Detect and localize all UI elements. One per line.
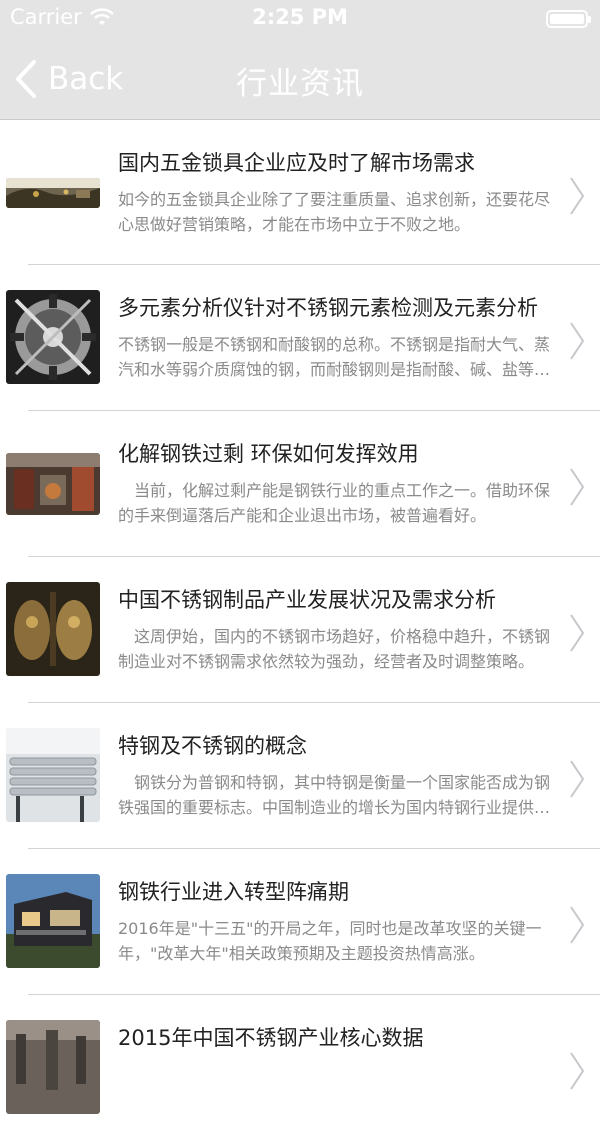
- news-title: 特钢及不锈钢的概念: [118, 734, 307, 758]
- news-title: 国内五金锁具企业应及时了解市场需求: [118, 151, 475, 175]
- news-thumbnail: [6, 290, 100, 384]
- news-item[interactable]: 多元素分析仪针对不锈钢元素检测及元素分析 不锈钢一般是不锈钢和耐酸钢的总称。不锈…: [0, 265, 600, 411]
- news-title: 多元素分析仪针对不锈钢元素检测及元素分析: [118, 296, 538, 320]
- news-item[interactable]: 特钢及不锈钢的概念 钢铁分为普钢和特钢，其中特钢是衡量一个国家能否成为钢铁强国的…: [0, 703, 600, 849]
- chevron-right-icon: [570, 177, 585, 215]
- chevron-right-icon: [570, 760, 585, 798]
- news-item[interactable]: 2015年中国不锈钢产业核心数据: [0, 995, 600, 1141]
- news-summary: 如今的五金锁具企业除了了要注重质量、追求创新，还要花尽心思做好营销策略，才能在市…: [118, 190, 551, 234]
- chevron-right-icon: [570, 468, 585, 506]
- news-thumbnail: [6, 582, 100, 676]
- news-thumbnail: [6, 178, 100, 208]
- news-item[interactable]: 钢铁行业进入转型阵痛期 2016年是"十三五"的开局之年，同时也是改革攻坚的关键…: [0, 849, 600, 995]
- news-thumbnail: [6, 874, 100, 968]
- news-title: 钢铁行业进入转型阵痛期: [118, 880, 349, 904]
- news-summary: 钢铁分为普钢和特钢，其中特钢是衡量一个国家能否成为钢铁强国的重要标志。中国制造业…: [118, 773, 551, 817]
- chevron-right-icon: [570, 906, 585, 944]
- news-item[interactable]: 中国不锈钢制品产业发展状况及需求分析 这周伊始，国内的不锈钢市场趋好，价格稳中趋…: [0, 557, 600, 703]
- chevron-right-icon: [570, 614, 585, 652]
- chevron-right-icon: [570, 1052, 585, 1090]
- news-list: 国内五金锁具企业应及时了解市场需求 如今的五金锁具企业除了了要注重质量、追求创新…: [0, 120, 600, 1141]
- chevron-right-icon: [570, 322, 585, 360]
- news-item[interactable]: 国内五金锁具企业应及时了解市场需求 如今的五金锁具企业除了了要注重质量、追求创新…: [0, 120, 600, 265]
- news-summary: 当前，化解过剩产能是钢铁行业的重点工作之一。借助环保的手来倒逼落后产能和企业退出…: [118, 481, 551, 525]
- page-title: 行业资讯: [236, 66, 364, 102]
- news-summary: 这周伊始，国内的不锈钢市场趋好，价格稳中趋升，不锈钢制造业对不锈钢需求依然较为强…: [118, 627, 551, 671]
- news-thumbnail: [6, 453, 100, 515]
- news-summary: 2016年是"十三五"的开局之年，同时也是改革攻坚的关键一年，"改革大年"相关政…: [118, 919, 542, 963]
- news-title: 化解钢铁过剩 环保如何发挥效用: [118, 442, 419, 466]
- news-item[interactable]: 化解钢铁过剩 环保如何发挥效用 当前，化解过剩产能是钢铁行业的重点工作之一。借助…: [0, 411, 600, 557]
- navigation-bar: Carrier 2:25 PM Back 行业资讯: [0, 0, 600, 120]
- news-thumbnail: [6, 728, 100, 822]
- news-title: 中国不锈钢制品产业发展状况及需求分析: [118, 588, 496, 612]
- status-time: 2:25 PM: [252, 5, 348, 29]
- news-summary: 不锈钢一般是不锈钢和耐酸钢的总称。不锈钢是指耐大气、蒸汽和水等弱介质腐蚀的钢，而…: [118, 335, 551, 379]
- news-title: 2015年中国不锈钢产业核心数据: [118, 1026, 424, 1050]
- battery-icon: [546, 10, 591, 28]
- news-thumbnail: [6, 1020, 100, 1114]
